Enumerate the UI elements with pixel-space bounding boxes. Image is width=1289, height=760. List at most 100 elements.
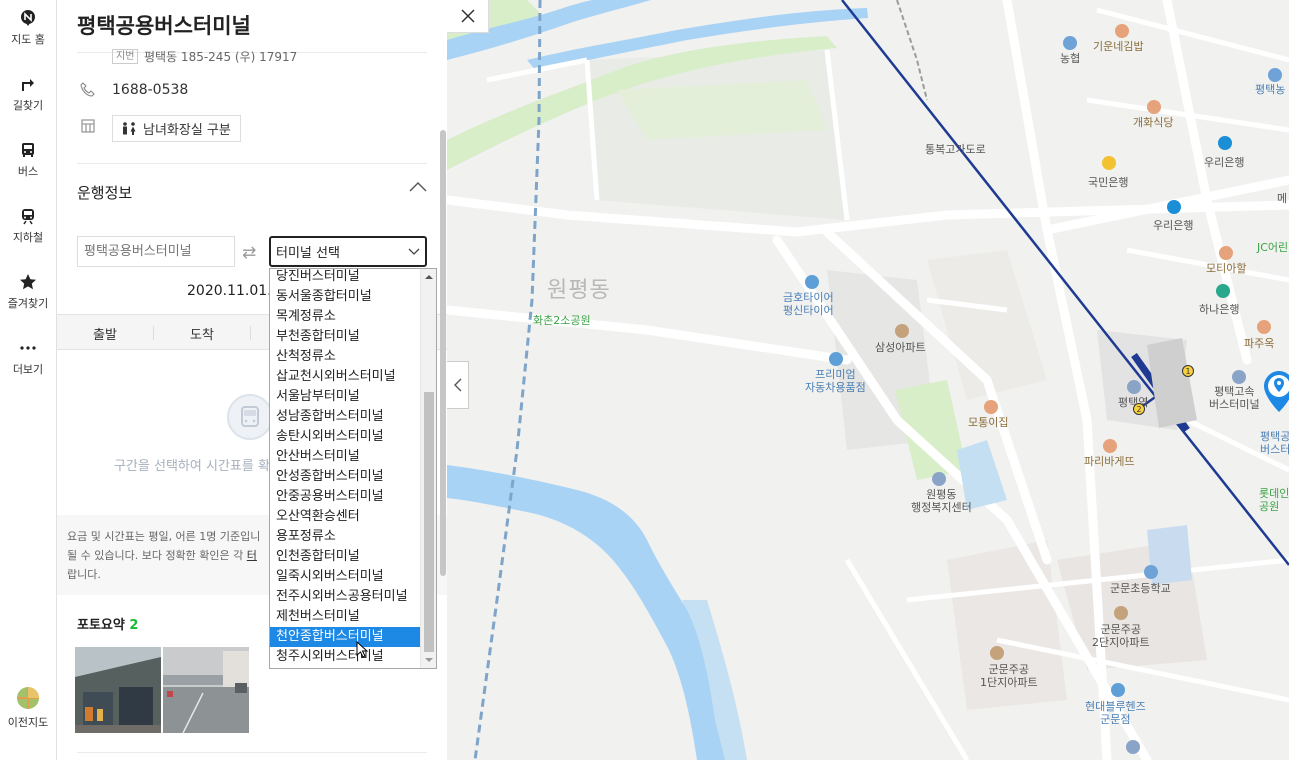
dropdown-option[interactable]: 성남종합버스터미널 — [270, 407, 420, 427]
scroll-up-arrow-icon[interactable] — [421, 272, 437, 282]
map-poi-icon[interactable] — [1126, 740, 1140, 754]
dropdown-option[interactable]: 동서울종합터미널 — [270, 287, 420, 307]
photo-thumbnail[interactable] — [163, 647, 249, 733]
apartment-icon[interactable] — [1114, 606, 1128, 620]
nav-prev-map[interactable]: 이전지도 — [0, 682, 56, 742]
dropdown-scroll-thumb[interactable] — [424, 392, 434, 652]
dropdown-option[interactable]: 안중공용버스터미널 — [270, 487, 420, 507]
close-button[interactable] — [447, 0, 489, 33]
chevron-down-icon — [408, 248, 420, 255]
dropdown-option[interactable]: 전주시외버스공용터미널 — [270, 587, 420, 607]
dropdown-option[interactable]: 산척정류소 — [270, 347, 420, 367]
bank-icon[interactable] — [1167, 200, 1181, 214]
map-poi-label: 군문초등학교 — [1110, 582, 1171, 595]
collapse-panel-button[interactable] — [447, 361, 469, 409]
dropdown-option-selected[interactable]: 천안종합버스터미널 — [270, 627, 420, 647]
notice-link[interactable]: 터 — [247, 549, 257, 562]
photo-thumbnail[interactable] — [75, 647, 161, 733]
page-title: 평택공용버스터미널 — [77, 14, 251, 38]
tire-shop-icon[interactable] — [805, 275, 819, 289]
auto-parts-icon[interactable] — [829, 352, 843, 366]
bank-icon[interactable] — [1102, 156, 1116, 170]
restroom-icon — [123, 121, 136, 135]
departure-input[interactable] — [77, 236, 235, 267]
map-poi-label: 우리은행 — [1204, 156, 1245, 169]
map-park-label: 화촌2소공원 — [533, 314, 591, 327]
bank-icon[interactable] — [1268, 68, 1282, 82]
dropdown-option[interactable]: 삽교천시외버스터미널 — [270, 367, 420, 387]
dropdown-option[interactable]: 안산버스터미널 — [270, 447, 420, 467]
nav-more[interactable]: 더보기 — [0, 334, 56, 394]
map-poi-label: 금호타이어 평신타이어 — [783, 291, 834, 317]
terminal-dropdown[interactable]: 당진버스터미널 동서울종합터미널 목계정류소 부천종합터미널 산척정류소 삽교천… — [269, 268, 437, 669]
dropdown-option[interactable]: 오산역환승센터 — [270, 507, 420, 527]
terminal-select[interactable]: 터미널 선택 — [269, 236, 427, 267]
dropdown-option[interactable]: 제천버스터미널 — [270, 607, 420, 627]
divider — [77, 163, 427, 164]
dropdown-option[interactable]: 일죽시외버스터미널 — [270, 567, 420, 587]
dropdown-scrollbar[interactable] — [420, 269, 436, 668]
panel-scrollbar[interactable] — [440, 130, 446, 576]
nav-label: 지하철 — [12, 231, 44, 244]
nav-map-home[interactable]: 지도 홈 — [0, 4, 56, 64]
nav-bus[interactable]: 버스 — [0, 136, 56, 196]
restroom-tag: 남녀화장실 구분 — [112, 115, 241, 142]
restaurant-icon[interactable] — [1147, 100, 1161, 114]
bank-icon[interactable] — [1218, 136, 1232, 150]
map-poi-label: 메 — [1277, 192, 1288, 205]
nav-label: 이전지도 — [7, 716, 49, 729]
restaurant-icon[interactable] — [1219, 246, 1233, 260]
bank-icon[interactable] — [1216, 284, 1230, 298]
tab-arrival[interactable]: 도착 — [190, 324, 214, 343]
bakery-icon[interactable] — [1103, 439, 1117, 453]
tab-divider — [250, 326, 251, 340]
tab-departure[interactable]: 출발 — [93, 324, 117, 343]
nav-label: 버스 — [17, 165, 39, 178]
facility-label: 남녀화장실 구분 — [143, 123, 231, 138]
mouse-cursor-icon — [356, 641, 369, 658]
photo-title-label: 포토요약 — [77, 618, 125, 633]
map-poi-label: 기운네김밥 — [1093, 40, 1144, 53]
chevron-up-icon[interactable] — [409, 181, 427, 193]
nav-subway[interactable]: 지하철 — [0, 202, 56, 262]
dropdown-option[interactable]: 청주시외버스터미널 — [270, 647, 420, 667]
bus-terminal-icon[interactable] — [1232, 370, 1246, 384]
select-label: 터미널 선택 — [276, 246, 340, 261]
more-icon — [20, 346, 36, 350]
schedule-date[interactable]: 2020.11.01.( — [187, 283, 277, 299]
nav-directions[interactable]: 길찾기 — [0, 70, 56, 130]
dropdown-option[interactable]: 부천종합터미널 — [270, 327, 420, 347]
apartment-icon[interactable] — [990, 646, 1004, 660]
government-office-icon[interactable] — [932, 472, 946, 486]
restaurant-icon[interactable] — [984, 400, 998, 414]
restaurant-icon[interactable] — [1115, 24, 1129, 38]
map-canvas[interactable]: 원평동 화촌2소공원 금호타이어 평신타이어 프리미엄 자동차용품점 삼성아파트 모… — [447, 0, 1289, 760]
dropdown-option[interactable]: 송탄시외버스터미널 — [270, 427, 420, 447]
map-poi-label: 파주옥 — [1244, 337, 1275, 350]
apartment-icon[interactable] — [895, 324, 909, 338]
map-base — [447, 0, 1289, 760]
left-nav: 지도 홈 길찾기 버스 지하철 즐겨찾기 더보기 이전지도 — [0, 0, 57, 760]
school-icon[interactable] — [1144, 565, 1158, 579]
bank-icon[interactable] — [1063, 36, 1077, 50]
map-poi-label: 삼성아파트 — [875, 341, 926, 354]
nav-favorites[interactable]: 즐겨찾기 — [0, 268, 56, 328]
dropdown-option[interactable]: 목계정류소 — [270, 307, 420, 327]
phone-number[interactable]: 1688-0538 — [112, 82, 188, 98]
car-service-icon[interactable] — [1111, 683, 1125, 697]
photo-summary-title: 포토요약 2 — [77, 614, 138, 633]
dropdown-option[interactable]: 용포정류소 — [270, 527, 420, 547]
dropdown-option[interactable]: 인천종합터미널 — [270, 547, 420, 567]
location-pin-icon[interactable] — [1263, 370, 1289, 414]
scroll-down-arrow-icon[interactable] — [421, 655, 437, 665]
nav-label: 즐겨찾기 — [7, 297, 49, 310]
map-poi-label: 파리바게뜨 — [1084, 455, 1135, 468]
map-poi-label: 농협 — [1060, 52, 1081, 65]
map-poi-label: 원평동 행정복지센터 — [911, 488, 972, 514]
restaurant-icon[interactable] — [1257, 320, 1271, 334]
dropdown-option[interactable]: 안성종합버스터미널 — [270, 467, 420, 487]
dropdown-option[interactable]: 서울남부터미널 — [270, 387, 420, 407]
swap-icon[interactable]: ⇄ — [242, 243, 256, 263]
dropdown-option[interactable]: 당진버스터미널 — [270, 269, 420, 287]
subway-station-icon[interactable] — [1127, 380, 1141, 394]
